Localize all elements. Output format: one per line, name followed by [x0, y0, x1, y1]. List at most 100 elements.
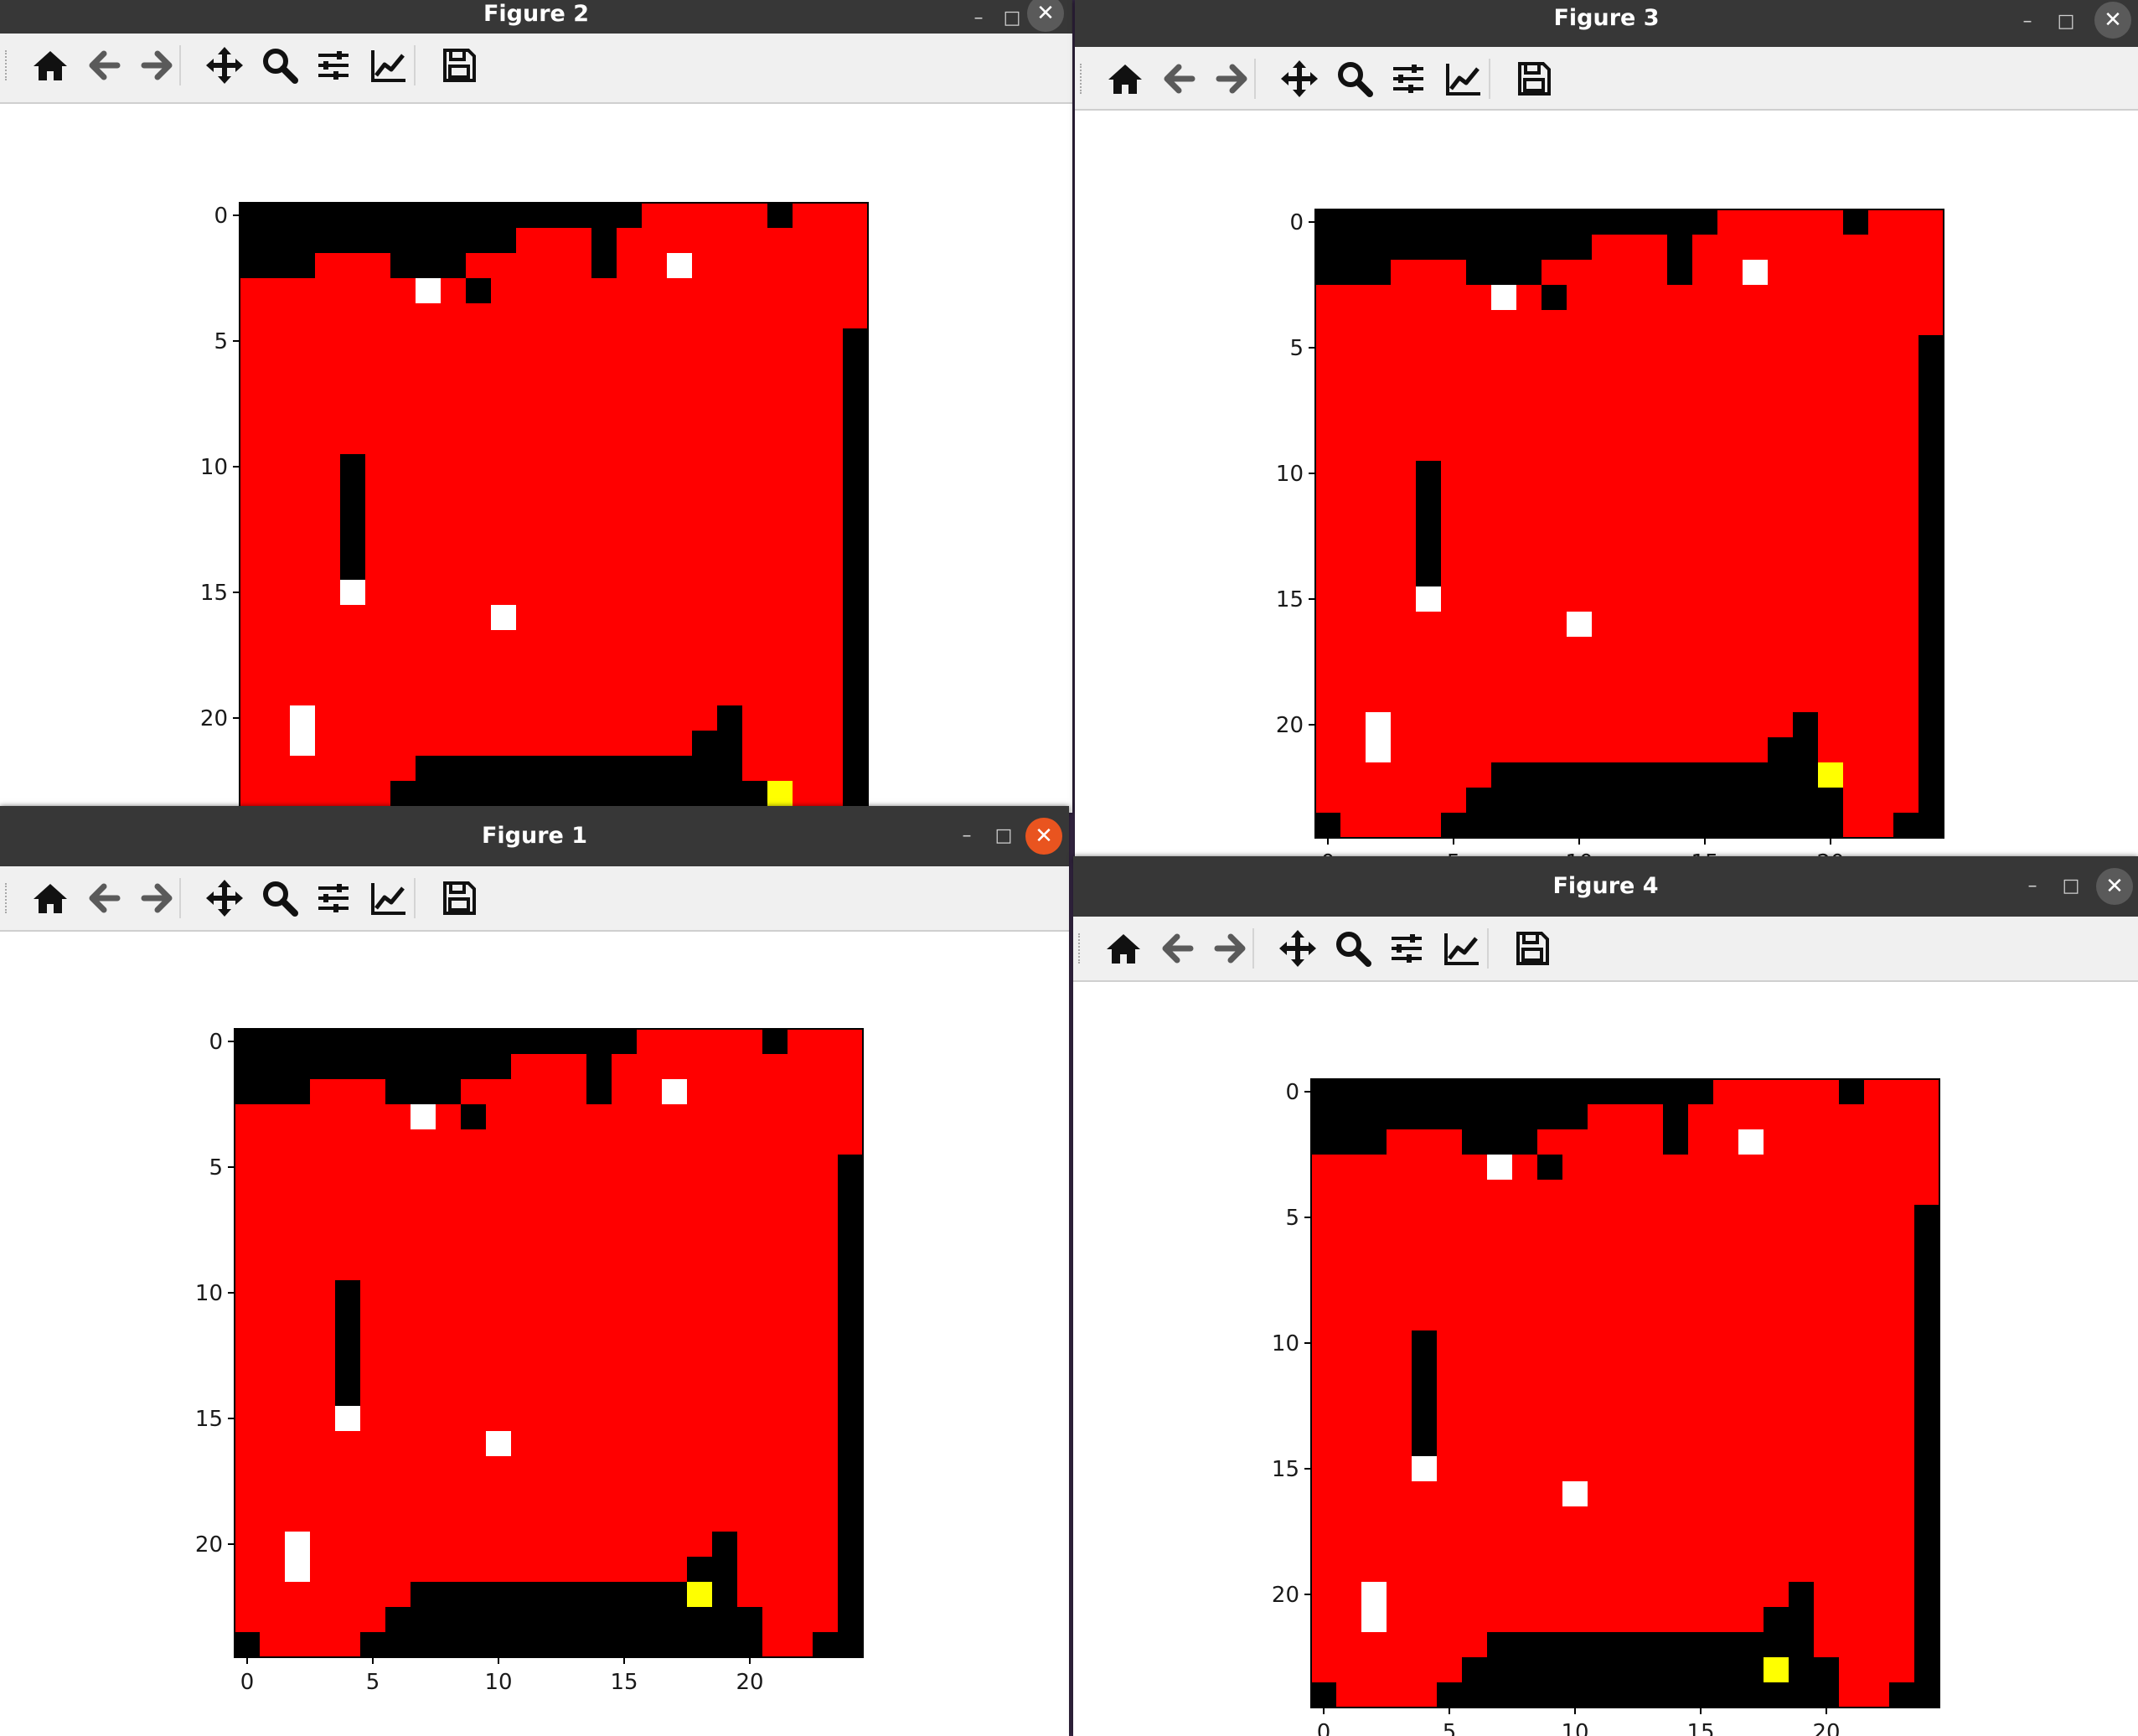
- home-button[interactable]: [28, 44, 72, 87]
- figure-window-4[interactable]: Figure 4 – □ ✕ 0 5 10 15 20 0 5 10 15 20: [1073, 856, 2138, 1736]
- heatmap-cell: [1512, 1381, 1538, 1407]
- zoom-button[interactable]: [258, 876, 302, 920]
- heatmap-cell: [1642, 285, 1668, 311]
- toolbar-grip[interactable]: [1078, 933, 1085, 964]
- toolbar-grip[interactable]: [1080, 64, 1087, 94]
- maximize-button[interactable]: □: [994, 0, 1030, 37]
- heatmap-cell: [818, 580, 844, 606]
- heatmap-cell: [1667, 385, 1693, 411]
- home-button[interactable]: [1102, 927, 1145, 970]
- heatmap-cell: [486, 1029, 512, 1055]
- heatmap-cell: [1638, 1506, 1664, 1532]
- heatmap-cell: [1441, 788, 1467, 814]
- configure-subplots-button[interactable]: [1385, 927, 1428, 970]
- pan-button[interactable]: [1276, 927, 1319, 970]
- heatmap-cell: [843, 328, 869, 354]
- figure-window-1[interactable]: Figure 1 – □ ✕ 0 5 10 15 20 0 5 10 15 20: [0, 806, 1069, 1736]
- titlebar[interactable]: Figure 2 – □ ✕: [0, 0, 1072, 34]
- heatmap-cell: [1789, 1330, 1815, 1356]
- heatmap-cell: [1592, 712, 1618, 738]
- zoom-button[interactable]: [1331, 927, 1375, 970]
- maximize-button[interactable]: □: [985, 818, 1022, 855]
- pan-button[interactable]: [203, 876, 246, 920]
- forward-button[interactable]: [136, 44, 179, 87]
- maximize-button[interactable]: □: [2048, 3, 2084, 40]
- heatmap-cell: [1487, 1657, 1513, 1683]
- heatmap-cell: [1617, 662, 1643, 688]
- heatmap-cell: [491, 680, 517, 706]
- minimize-button[interactable]: –: [2014, 868, 2051, 905]
- figure-window-3[interactable]: Figure 3 – □ ✕ 0510152005101520: [1075, 0, 2138, 863]
- back-button[interactable]: [82, 876, 126, 920]
- heatmap-cell: [586, 1356, 612, 1382]
- heatmap-cell: [717, 203, 743, 229]
- close-button[interactable]: ✕: [2096, 868, 2133, 905]
- maximize-button[interactable]: □: [2053, 868, 2089, 905]
- heatmap-cell: [436, 1029, 462, 1055]
- toolbar-grip[interactable]: [5, 50, 12, 80]
- pan-button[interactable]: [203, 44, 246, 87]
- configure-subplots-button[interactable]: [312, 44, 355, 87]
- edit-axis-button[interactable]: [1440, 927, 1484, 970]
- zoom-button[interactable]: [1333, 57, 1376, 101]
- back-button[interactable]: [1157, 57, 1201, 101]
- heatmap-cell: [838, 1305, 864, 1331]
- forward-button[interactable]: [136, 876, 179, 920]
- heatmap-cell: [1914, 1557, 1940, 1583]
- heatmap-cell: [315, 203, 341, 229]
- zoom-button[interactable]: [258, 44, 302, 87]
- pan-button[interactable]: [1278, 57, 1321, 101]
- heatmap-cell: [742, 278, 768, 304]
- heatmap-cell: [1868, 411, 1894, 437]
- heatmap-cell: [667, 605, 693, 631]
- forward-button[interactable]: [1211, 57, 1254, 101]
- minimize-button[interactable]: –: [960, 0, 997, 37]
- heatmap-cell: [586, 1406, 612, 1432]
- heatmap-cell: [1537, 1079, 1563, 1105]
- close-button[interactable]: ✕: [1025, 818, 1062, 855]
- heatmap-cell: [511, 1330, 537, 1356]
- heatmap-cell: [1437, 1155, 1463, 1181]
- heatmap-cell: [1843, 612, 1869, 638]
- heatmap-cell: [1512, 1406, 1538, 1432]
- heatmap-cell: [390, 354, 416, 380]
- edit-axis-button[interactable]: [367, 44, 411, 87]
- heatmap-cell: [1441, 385, 1467, 411]
- heatmap-cell: [838, 1481, 864, 1507]
- heatmap-cell: [235, 1406, 261, 1432]
- heatmap-cell: [1387, 1481, 1412, 1507]
- configure-subplots-button[interactable]: [312, 876, 355, 920]
- home-button[interactable]: [1103, 57, 1147, 101]
- minimize-button[interactable]: –: [2009, 3, 2046, 40]
- heatmap-cell: [1441, 612, 1467, 638]
- forward-button[interactable]: [1209, 927, 1252, 970]
- back-button[interactable]: [1155, 927, 1199, 970]
- save-button[interactable]: [1512, 57, 1556, 101]
- heatmap-cell: [436, 1632, 462, 1658]
- edit-axis-button[interactable]: [1442, 57, 1485, 101]
- heatmap-cell: [1642, 436, 1668, 462]
- heatmap-cell: [1764, 1155, 1789, 1181]
- save-button[interactable]: [437, 876, 481, 920]
- heatmap-cell: [536, 1607, 562, 1633]
- back-button[interactable]: [82, 44, 126, 87]
- titlebar[interactable]: Figure 4 – □ ✕: [1073, 856, 2138, 917]
- home-button[interactable]: [28, 876, 72, 920]
- heatmap-cell: [235, 1381, 261, 1407]
- heatmap-cell: [1864, 1305, 1890, 1331]
- heatmap-cell: [717, 429, 743, 455]
- toolbar-grip[interactable]: [5, 883, 12, 913]
- titlebar[interactable]: Figure 1 – □ ✕: [0, 806, 1069, 866]
- configure-subplots-button[interactable]: [1387, 57, 1430, 101]
- figure-window-2[interactable]: Figure 2 – □ ✕ 0510152005101520: [0, 0, 1072, 813]
- save-button[interactable]: [437, 44, 481, 87]
- heatmap-cell: [818, 253, 844, 279]
- save-button[interactable]: [1511, 927, 1554, 970]
- heatmap-cell: [1516, 360, 1542, 386]
- heatmap-cell: [1361, 1330, 1387, 1356]
- titlebar[interactable]: Figure 3 – □ ✕: [1075, 0, 2138, 47]
- close-button[interactable]: ✕: [2094, 2, 2131, 39]
- heatmap-cell: [612, 1054, 638, 1080]
- edit-axis-button[interactable]: [367, 876, 411, 920]
- minimize-button[interactable]: –: [948, 818, 985, 855]
